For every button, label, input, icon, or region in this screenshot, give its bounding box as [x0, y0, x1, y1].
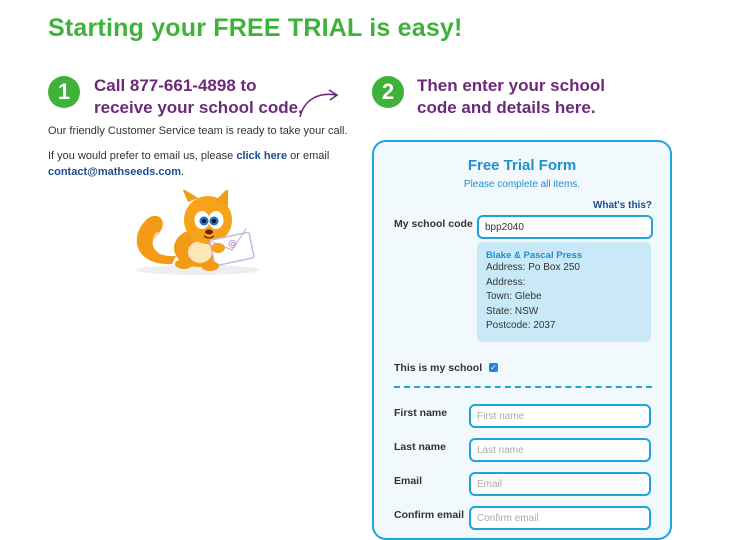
email-input[interactable] [469, 472, 651, 496]
school-name: Blake & Pascal Press [486, 250, 583, 261]
school-town: Town: Glebe [486, 291, 542, 302]
first-name-input[interactable] [469, 404, 651, 428]
svg-text:@: @ [228, 239, 237, 249]
email-suffix: . [181, 166, 185, 178]
first-name-label: First name [394, 407, 448, 419]
step-1-badge: 1 [48, 76, 80, 108]
school-postcode: Postcode: 2037 [486, 320, 556, 331]
email-middle: or email [287, 150, 330, 162]
step-2-badge: 2 [372, 76, 404, 108]
free-trial-form: Free Trial Form Please complete all item… [372, 140, 672, 540]
email-label: Email [394, 475, 423, 487]
school-address-1: Address: Po Box 250 [486, 262, 580, 273]
step-2-title: Then enter your school code and details … [417, 75, 605, 119]
step-1-title: Call 877-661-4898 to receive your school… [94, 75, 303, 119]
step-1-title-line1: Call 877-661-4898 to [94, 76, 257, 95]
form-divider [394, 386, 652, 388]
whats-this-link[interactable]: What's this? [593, 200, 652, 211]
school-code-input[interactable] [477, 215, 653, 239]
click-here-link[interactable]: click here [236, 150, 287, 162]
form-title: Free Trial Form [467, 157, 577, 174]
page-headline: Starting your FREE TRIAL is easy! [48, 14, 463, 42]
step-2-title-line1: Then enter your school [417, 76, 605, 95]
last-name-label: Last name [394, 441, 446, 453]
step-1-title-line2: receive your school code. [94, 98, 303, 117]
confirm-email-label: Confirm email [394, 509, 465, 521]
email-address-link[interactable]: contact@mathseeds.com [48, 166, 181, 178]
confirm-email-input[interactable] [469, 506, 651, 530]
email-prefix: If you would prefer to email us, please [48, 150, 237, 162]
last-name-input[interactable] [469, 438, 651, 462]
squirrel-mascot-icon: @ [136, 190, 260, 275]
school-state: State: NSW [486, 305, 539, 317]
form-subtitle: Please complete all items. [463, 179, 581, 190]
step-2-title-line2: code and details here. [417, 98, 596, 117]
this-is-my-school-checkbox[interactable]: ✓ [489, 363, 498, 372]
intro-text: Our friendly Customer Service team is re… [48, 125, 348, 137]
school-address-2: Address: [486, 276, 526, 288]
email-text: If you would prefer to email us, please … [48, 148, 329, 180]
school-details-box: Blake & Pascal Press Address: Po Box 250… [477, 242, 651, 342]
curved-arrow-icon [299, 89, 339, 118]
this-is-my-school-label: This is my school [394, 362, 483, 374]
school-code-label: My school code [394, 218, 473, 230]
